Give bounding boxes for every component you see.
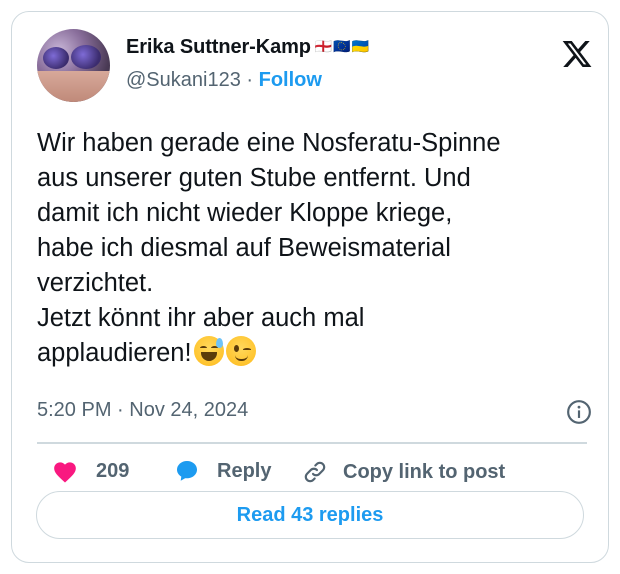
winking-face-emoji — [225, 336, 256, 366]
tweet-text: Wir haben gerade eine Nosferatu-Spinne a… — [37, 129, 501, 367]
divider — [37, 442, 587, 444]
reply-label: Reply — [217, 459, 272, 482]
tweet-card: Erika Suttner-Kamp 🏴󠁧󠁢󠁥󠁮󠁧󠁿🇪🇺🇺🇦 @Sukani123… — [11, 11, 609, 563]
info-icon[interactable] — [566, 399, 592, 425]
tweet-body: Wir haben gerade eine Nosferatu-Spinne a… — [37, 126, 582, 371]
author-name[interactable]: Erika Suttner-Kamp 🏴󠁧󠁢󠁥󠁮󠁧󠁿🇪🇺🇺🇦 — [126, 36, 370, 59]
author-handle[interactable]: @Sukani123 — [126, 69, 241, 91]
follow-button[interactable]: Follow — [259, 69, 322, 91]
avatar[interactable] — [37, 29, 110, 102]
author-handle-row: @Sukani123 · Follow — [126, 69, 322, 92]
author-name-text: Erika Suttner-Kamp — [126, 36, 311, 58]
author-flags: 🏴󠁧󠁢󠁥󠁮󠁧󠁿🇪🇺🇺🇦 — [314, 38, 371, 54]
copy-link-button[interactable]: Copy link to post — [302, 459, 505, 485]
copy-link-label: Copy link to post — [343, 460, 506, 483]
grinning-face-with-sweat-emoji — [193, 336, 224, 366]
read-replies-label: Read 43 replies — [236, 503, 384, 526]
x-logo-icon[interactable] — [560, 38, 594, 70]
read-replies-button[interactable]: Read 43 replies — [36, 491, 584, 539]
like-button[interactable]: 209 — [52, 459, 129, 483]
speech-bubble-icon — [177, 461, 197, 481]
separator-dot: · — [246, 69, 254, 91]
link-icon — [304, 461, 326, 483]
tweet-timestamp[interactable]: 5:20 PM · Nov 24, 2024 — [37, 399, 248, 422]
reply-button[interactable]: Reply — [174, 459, 271, 483]
heart-icon — [54, 462, 76, 483]
like-count: 209 — [96, 459, 130, 482]
